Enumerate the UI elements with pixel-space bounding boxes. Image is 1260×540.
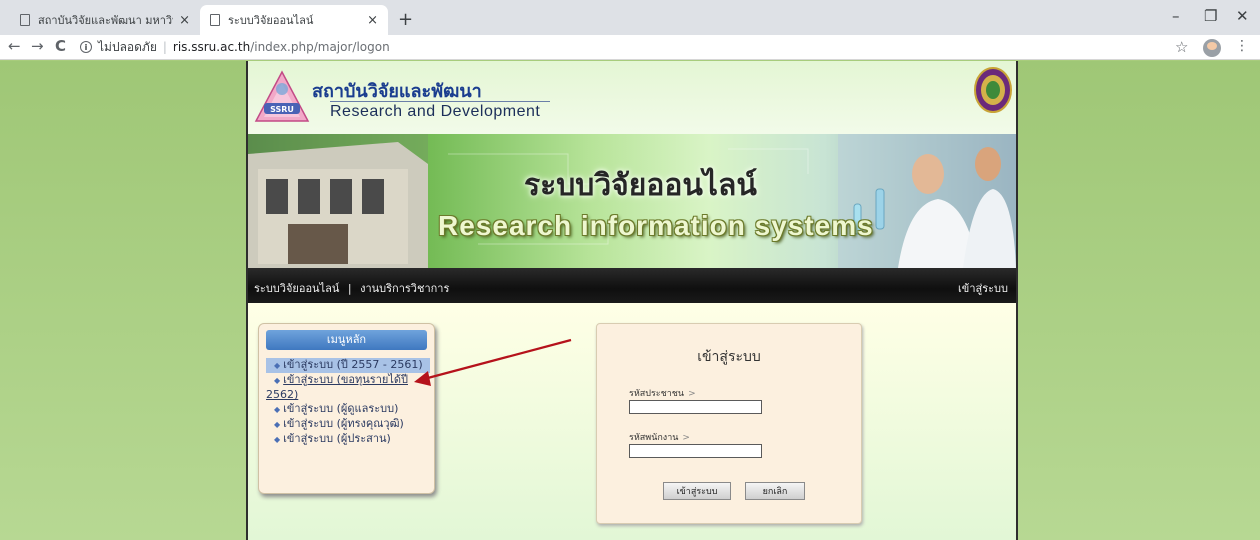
menu-item-login-admin[interactable]: ◆ เข้าสู่ระบบ (ผู้ดูแลระบบ): [266, 402, 430, 417]
bullet-icon: ◆: [274, 420, 281, 429]
security-label: ไม่ปลอดภัย: [98, 39, 157, 54]
browser-toolbar: ← → C i ไม่ปลอดภัย | ris.ssru.ac.th/inde…: [0, 35, 1260, 60]
close-tab-icon[interactable]: ×: [367, 13, 378, 28]
site-header: SSRU สถาบันวิจัยและพัฒนา Research and De…: [248, 61, 1016, 134]
menu-item-login-fund-2562[interactable]: ◆ เข้าสู่ระบบ (ขอทุนรายได้ปี 2562): [266, 373, 430, 402]
nav-separator: |: [347, 282, 352, 295]
nav-link-login[interactable]: เข้าสู่ระบบ: [958, 279, 1008, 297]
menu-list: ◆ เข้าสู่ระบบ (ปี 2557 - 2561) ◆ เข้าสู่ระ…: [266, 358, 430, 447]
bullet-icon: ◆: [274, 376, 281, 385]
menu-item-label: เข้าสู่ระบบ (ผู้ทรงคุณวุฒิ): [283, 417, 404, 430]
minimize-button[interactable]: –: [1172, 7, 1180, 25]
reload-button[interactable]: C: [55, 37, 66, 55]
close-tab-icon[interactable]: ×: [179, 13, 190, 28]
forward-button[interactable]: →: [31, 37, 44, 55]
site-title-english: Research and Development: [330, 103, 541, 120]
employee-id-label-text: รหัสพนักงาน: [629, 433, 679, 443]
bullet-icon: ◆: [274, 361, 281, 370]
tab-institute[interactable]: สถาบันวิจัยและพัฒนา มหาวิทยาลัยราช ×: [10, 5, 200, 35]
ssru-logo: SSRU: [254, 70, 310, 122]
address-bar[interactable]: i ไม่ปลอดภัย | ris.ssru.ac.th/index.php/…: [80, 36, 1160, 58]
nav-left-links: ระบบวิจัยออนไลน์ | งานบริการวิชาการ: [254, 279, 449, 297]
citizen-id-label-text: รหัสประชาชน: [629, 389, 685, 399]
login-title: เข้าสู่ระบบ: [697, 349, 761, 365]
logo-text: SSRU: [270, 105, 294, 114]
nav-link-research-online[interactable]: ระบบวิจัยออนไลน์: [254, 282, 339, 295]
top-nav-bar: ระบบวิจัยออนไลน์ | งานบริการวิชาการ เข้า…: [248, 268, 1016, 303]
university-seal-icon: [974, 67, 1012, 113]
menu-item-login-coordinator[interactable]: ◆ เข้าสู่ระบบ (ผู้ประสาน): [266, 432, 430, 447]
menu-title: เมนูหลัก: [266, 330, 427, 350]
menu-item-label: เข้าสู่ระบบ (ปี 2557 - 2561): [283, 358, 423, 371]
menu-item-login-2557-2561[interactable]: ◆ เข้าสู่ระบบ (ปี 2557 - 2561): [266, 358, 430, 373]
citizen-id-input[interactable]: [629, 400, 762, 414]
tab-research-online[interactable]: ระบบวิจัยออนไลน์ ×: [200, 5, 388, 35]
page-icon: [20, 14, 30, 26]
profile-avatar[interactable]: [1203, 39, 1221, 57]
page-icon: [210, 14, 220, 26]
chevron-right-icon: >: [688, 389, 696, 399]
bullet-icon: ◆: [274, 435, 281, 444]
title-divider: [330, 101, 550, 102]
browser-tab-bar: สถาบันวิจัยและพัฒนา มหาวิทยาลัยราช × ระบ…: [0, 0, 1260, 35]
employee-id-input[interactable]: [629, 444, 762, 458]
employee-id-label: รหัสพนักงาน >: [629, 430, 690, 444]
menu-item-label: เข้าสู่ระบบ (ผู้ดูแลระบบ): [283, 402, 399, 415]
info-icon[interactable]: i: [80, 41, 92, 53]
browser-menu-icon[interactable]: ⋮: [1235, 38, 1249, 54]
maximize-button[interactable]: ❐: [1204, 7, 1217, 25]
chevron-right-icon: >: [682, 433, 690, 443]
address-separator: |: [162, 40, 167, 54]
banner-title-thai: ระบบวิจัยออนไลน์: [524, 168, 757, 203]
login-panel: เข้าสู่ระบบ รหัสประชาชน > รหัสพนักงาน > เข…: [596, 323, 862, 524]
citizen-id-label: รหัสประชาชน >: [629, 386, 696, 400]
new-tab-button[interactable]: +: [398, 9, 413, 30]
back-button[interactable]: ←: [8, 37, 21, 55]
menu-item-label: เข้าสู่ระบบ (ขอทุนรายได้ปี 2562): [266, 373, 408, 401]
close-window-button[interactable]: ✕: [1236, 7, 1249, 25]
banner-title-english: Research information systems: [438, 210, 874, 241]
main-content: เมนูหลัก ◆ เข้าสู่ระบบ (ปี 2557 - 2561) ◆…: [248, 303, 1016, 540]
menu-item-login-expert[interactable]: ◆ เข้าสู่ระบบ (ผู้ทรงคุณวุฒิ): [266, 417, 430, 432]
url-host: ris.ssru.ac.th: [172, 40, 251, 54]
site-container: SSRU สถาบันวิจัยและพัฒนา Research and De…: [246, 61, 1018, 540]
bookmark-star-icon[interactable]: ☆: [1175, 38, 1188, 56]
cancel-button[interactable]: ยกเลิก: [745, 482, 805, 500]
login-submit-button[interactable]: เข้าสู่ระบบ: [663, 482, 731, 500]
tab-title: สถาบันวิจัยและพัฒนา มหาวิทยาลัยราช: [38, 14, 173, 27]
main-menu-panel: เมนูหลัก ◆ เข้าสู่ระบบ (ปี 2557 - 2561) ◆…: [258, 323, 435, 494]
bullet-icon: ◆: [274, 405, 281, 414]
menu-item-label: เข้าสู่ระบบ (ผู้ประสาน): [283, 432, 391, 445]
tab-title: ระบบวิจัยออนไลน์: [228, 14, 314, 27]
hero-banner: ระบบวิจัยออนไลน์ Research information sy…: [248, 134, 1016, 268]
url-path: /index.php/major/logon: [250, 40, 390, 54]
nav-link-academic-services[interactable]: งานบริการวิชาการ: [360, 282, 449, 295]
